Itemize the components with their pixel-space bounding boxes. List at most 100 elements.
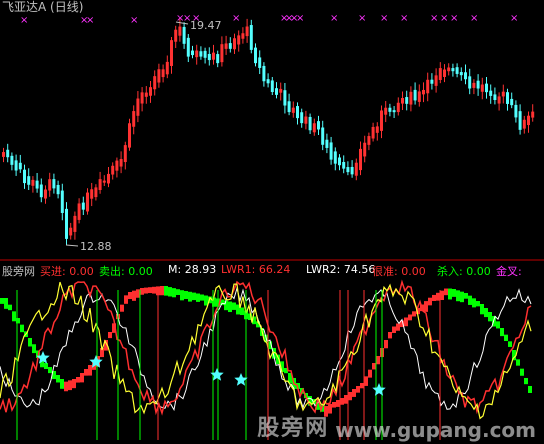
field-lwr1-label: LWR1: bbox=[221, 263, 256, 276]
candle-body bbox=[384, 107, 388, 115]
candle-body bbox=[363, 142, 367, 157]
indicator-bar bbox=[468, 295, 472, 305]
indicator-bar bbox=[404, 317, 408, 327]
candle-body bbox=[518, 111, 522, 130]
candle-body bbox=[207, 53, 211, 61]
candle-body bbox=[304, 116, 308, 124]
candle-body bbox=[60, 190, 64, 213]
candle-body bbox=[455, 67, 459, 74]
candle-body bbox=[413, 89, 417, 101]
indicator-bar bbox=[372, 363, 376, 370]
candle-body bbox=[48, 179, 52, 191]
star-signal bbox=[210, 368, 224, 381]
field-m: M: 28.93 bbox=[168, 263, 216, 276]
indicator-bar bbox=[60, 379, 64, 389]
indicator-bar bbox=[32, 344, 36, 354]
candle-body bbox=[149, 87, 152, 96]
indicator-bar bbox=[180, 290, 184, 301]
indicator-bar bbox=[28, 338, 32, 347]
candle-body bbox=[107, 173, 110, 184]
price-high-label: 19.47 bbox=[190, 19, 222, 32]
top-marker: × bbox=[430, 13, 438, 24]
indicator-bar bbox=[184, 291, 188, 300]
field-m-value: 28.93 bbox=[184, 263, 217, 276]
lwr2-line bbox=[0, 286, 532, 412]
indicator-bar bbox=[160, 286, 164, 296]
indicator-bar bbox=[8, 304, 12, 311]
indicator-bar bbox=[520, 368, 524, 376]
candle-body bbox=[527, 115, 530, 126]
candle-body bbox=[514, 104, 518, 118]
candle-body bbox=[111, 165, 115, 175]
low-pointer bbox=[65, 244, 79, 247]
candle-body bbox=[203, 50, 207, 58]
candle-body bbox=[464, 72, 467, 80]
candlestick-series bbox=[2, 18, 535, 246]
candle-body bbox=[174, 29, 178, 42]
candle-body bbox=[275, 88, 278, 95]
candle-body bbox=[287, 101, 291, 113]
indicator-bar bbox=[136, 289, 140, 298]
candle-body bbox=[497, 96, 501, 104]
indicator-bar bbox=[76, 377, 80, 383]
candle-body bbox=[531, 111, 535, 118]
indicator-bar bbox=[140, 288, 144, 295]
field-buy: 买进: 0.00 bbox=[40, 263, 94, 279]
candle-body bbox=[31, 179, 35, 186]
field-kill-in-value: 0.00 bbox=[466, 265, 491, 278]
top-marker: × bbox=[296, 13, 304, 24]
candle-body bbox=[220, 44, 224, 63]
chart-canvas: × ×× × ×× × × ×××× × × × × × × × × × bbox=[0, 13, 544, 440]
candle-body bbox=[182, 26, 186, 44]
candle-body bbox=[493, 94, 497, 101]
candle-body bbox=[157, 69, 161, 83]
candle-body bbox=[170, 40, 173, 66]
field-lwr1: LWR1: 66.24 bbox=[221, 263, 290, 276]
candle-body bbox=[216, 54, 220, 64]
field-lwr1-value: 66.24 bbox=[258, 263, 291, 276]
candle-body bbox=[123, 145, 127, 163]
candle-body bbox=[39, 184, 43, 198]
candle-body bbox=[350, 166, 354, 175]
candle-body bbox=[375, 126, 379, 133]
field-accurate: 很准: 0.00 bbox=[372, 263, 426, 279]
field-kill-in: 杀入: 0.00 bbox=[437, 263, 491, 279]
candle-body bbox=[245, 26, 249, 37]
indicator-bar bbox=[412, 311, 416, 317]
candle-body bbox=[77, 203, 81, 220]
lwr1-line bbox=[0, 279, 532, 416]
indicator-bar bbox=[192, 292, 196, 301]
candle-body bbox=[392, 110, 396, 113]
indicator-bar bbox=[20, 324, 24, 333]
field-sell: 卖出: 0.00 bbox=[99, 263, 153, 279]
field-sell-value: 0.00 bbox=[128, 265, 153, 278]
candle-body bbox=[476, 80, 480, 89]
candle-body bbox=[90, 189, 94, 199]
candle-body bbox=[422, 89, 425, 95]
indicator-bar bbox=[392, 326, 396, 333]
candle-body bbox=[325, 139, 329, 148]
candle-body bbox=[426, 79, 430, 94]
indicator-bar bbox=[508, 341, 512, 347]
indicator-bar bbox=[480, 304, 484, 315]
indicator-bar bbox=[176, 289, 180, 296]
indicator-bar bbox=[108, 332, 112, 339]
field-m-label: M: bbox=[168, 263, 182, 276]
top-marker: × bbox=[232, 13, 240, 24]
top-marker-series: × ×× × ×× × × ×××× × × × × × × × × × bbox=[20, 13, 518, 26]
candle-body bbox=[396, 102, 400, 113]
candle-body bbox=[367, 136, 371, 145]
candle-body bbox=[2, 152, 5, 157]
candle-body bbox=[459, 72, 463, 76]
indicator-bar bbox=[408, 314, 412, 321]
candle-body bbox=[308, 116, 312, 131]
field-lwr2: LWR2: 74.56 bbox=[306, 263, 375, 276]
candle-body bbox=[136, 98, 140, 116]
candle-body bbox=[86, 192, 89, 212]
indicator-bar bbox=[464, 293, 468, 299]
indicator-bar bbox=[504, 334, 508, 342]
indicator-bar bbox=[56, 375, 60, 383]
candle-body bbox=[354, 162, 358, 176]
top-marker: × bbox=[358, 13, 366, 24]
candle-body bbox=[132, 111, 136, 127]
